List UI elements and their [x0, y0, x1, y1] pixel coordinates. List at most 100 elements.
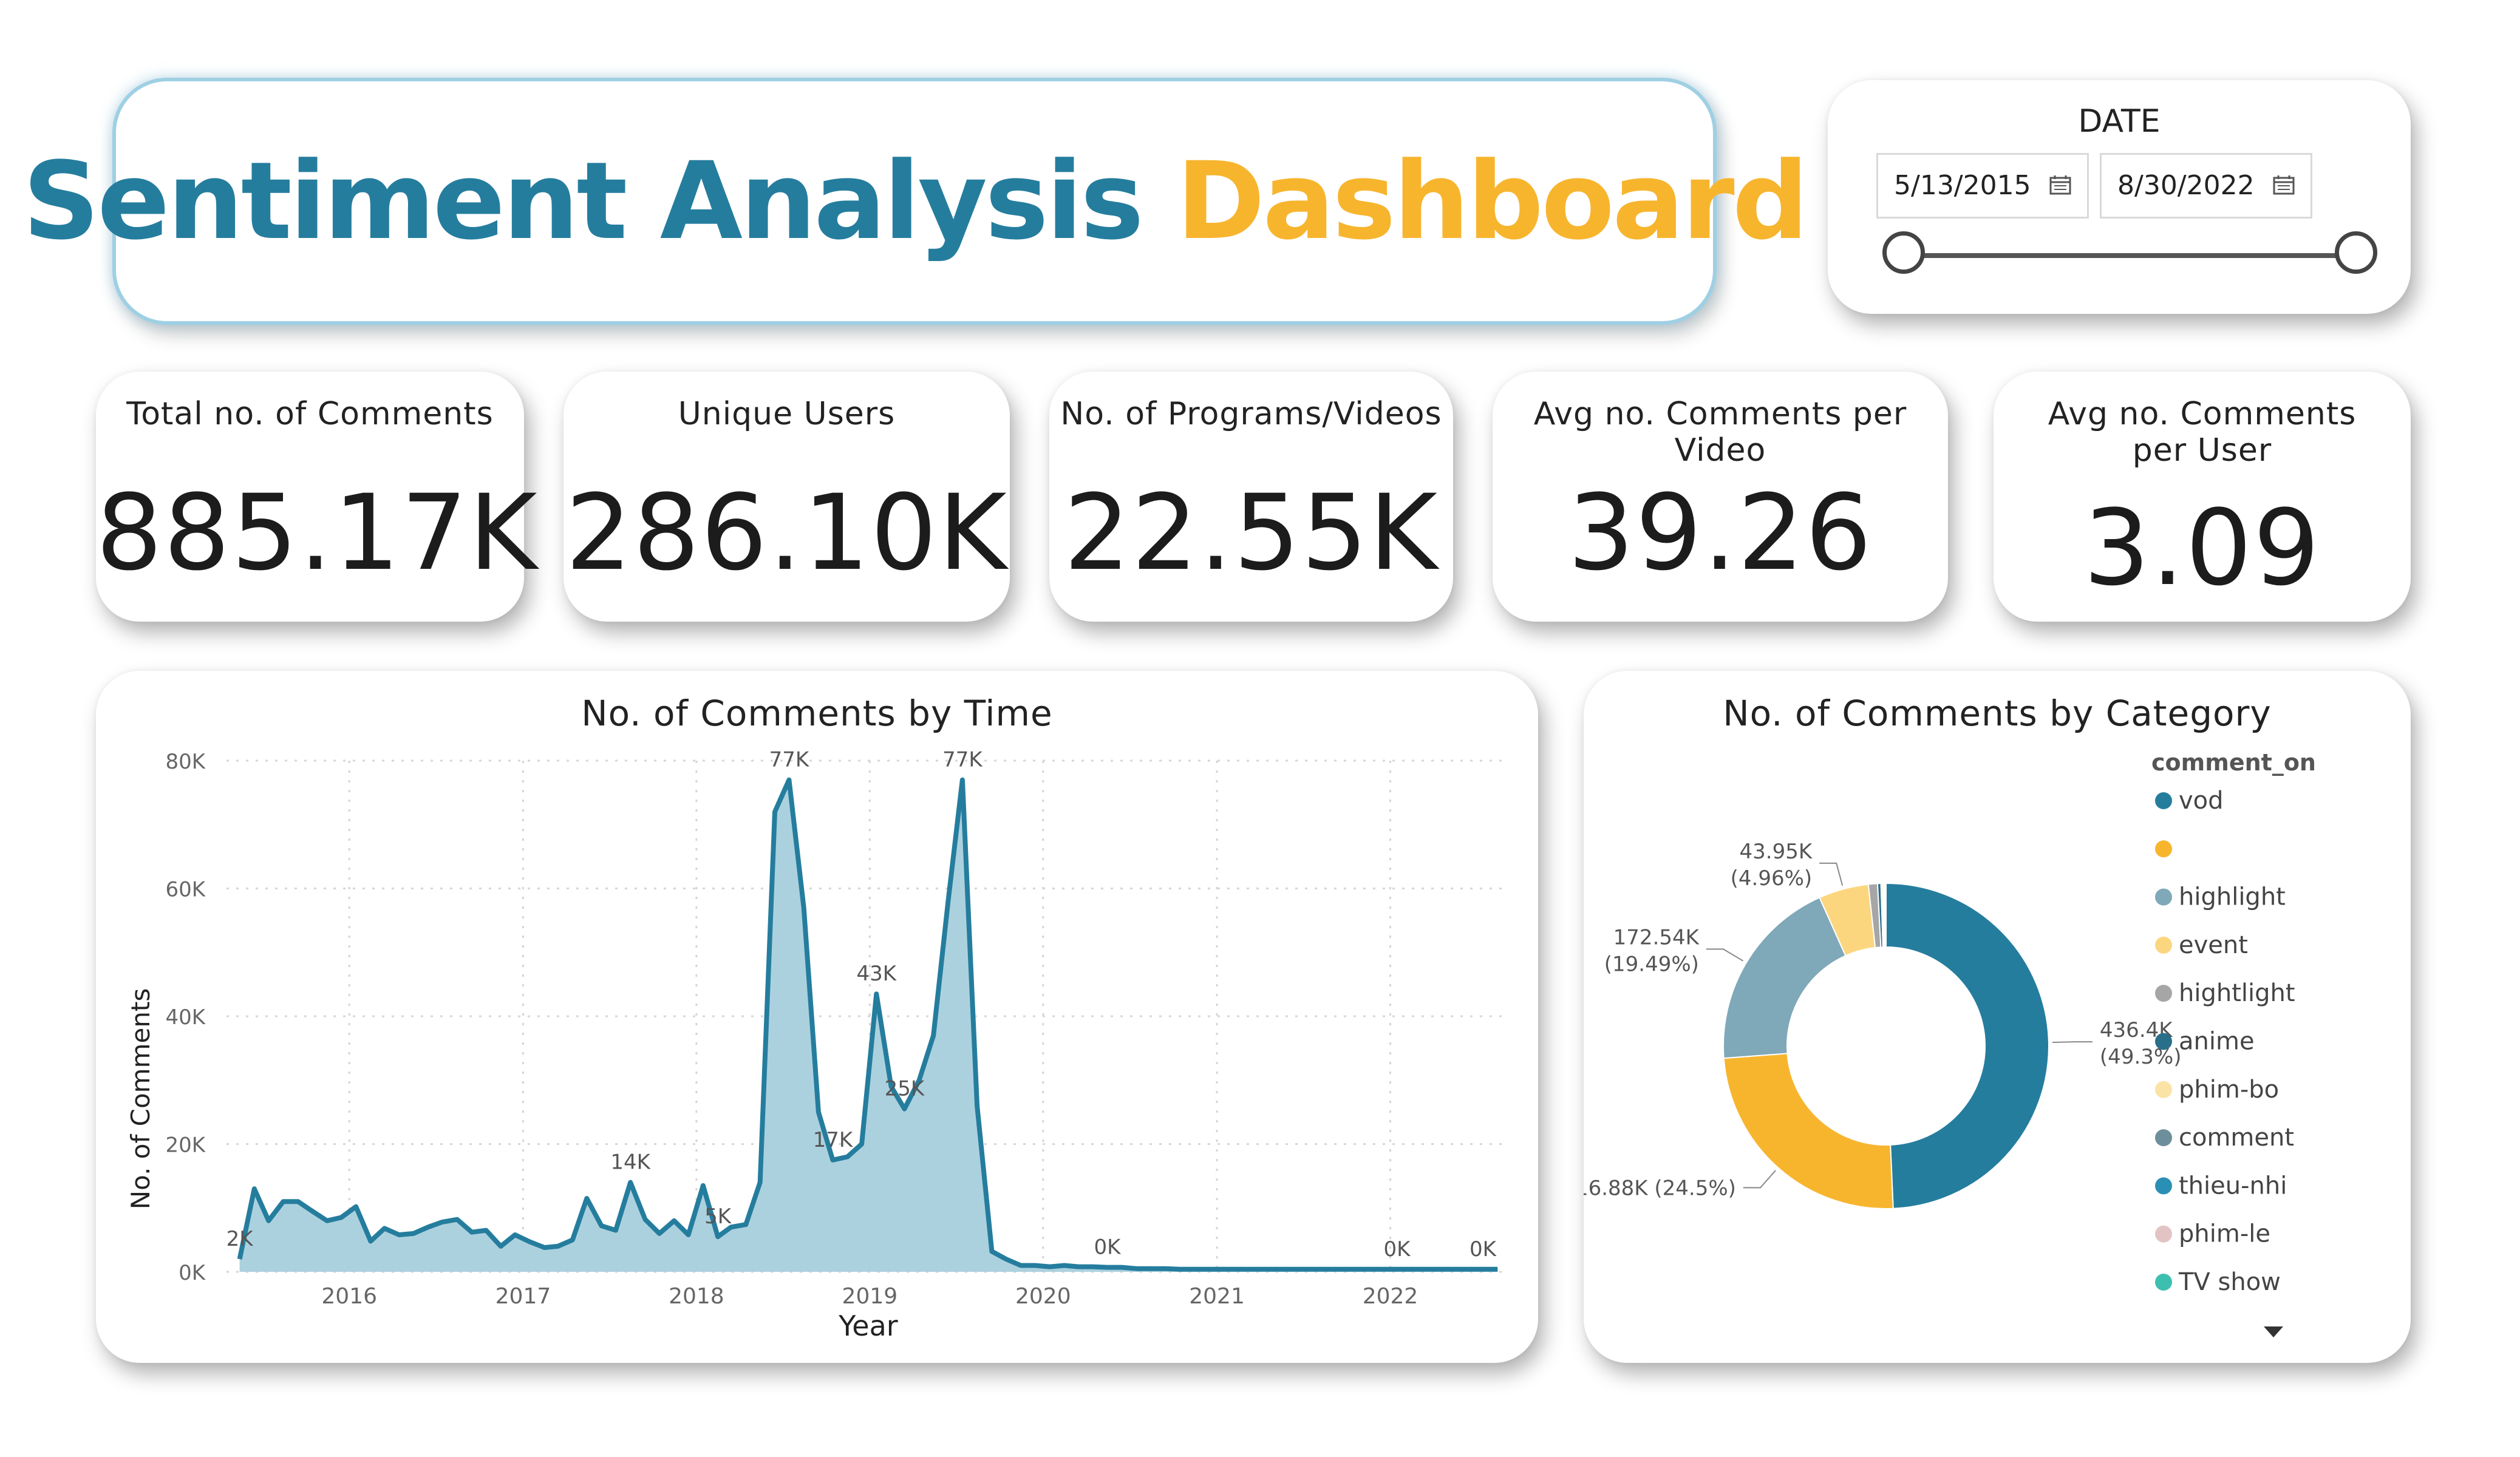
- end-date-value: 8/30/2022: [2117, 170, 2255, 201]
- legend-label: TV show: [2178, 1268, 2281, 1296]
- dashboard-title: Sentiment Analysis Dashboard: [22, 139, 1808, 263]
- legend-marker: [2155, 1081, 2172, 1098]
- data-label-leader: [1706, 948, 1744, 962]
- x-tick-label: 2022: [1363, 1284, 1418, 1309]
- legend-marker: [2155, 1225, 2172, 1243]
- comments-by-category-chart: 436.4K(49.3%)216.88K (24.5%)172.54K(19.4…: [1584, 749, 2316, 1337]
- kpi-value: 22.55K: [1063, 472, 1439, 594]
- legend-item[interactable]: hightlight: [2155, 979, 2295, 1007]
- kpi-card-programs-videos: No. of Programs/Videos 22.55K: [1049, 372, 1453, 622]
- kpi-value: 885.17K: [96, 472, 539, 594]
- legend-marker: [2155, 792, 2172, 809]
- x-tick-label: 2020: [1015, 1284, 1071, 1309]
- legend-item[interactable]: highlight: [2155, 883, 2286, 911]
- legend-marker: [2155, 888, 2172, 906]
- donut-slice[interactable]: [1885, 882, 2050, 1209]
- date-range-start-handle[interactable]: [1882, 231, 1925, 274]
- donut-slice[interactable]: [1885, 882, 1887, 948]
- legend-label: phim-bo: [2179, 1076, 2279, 1104]
- series-area: [239, 779, 1498, 1272]
- kpi-card-avg-per-video: Avg no. Comments per Video 39.26: [1493, 372, 1948, 622]
- date-range-slider-track[interactable]: [1904, 253, 2356, 258]
- data-label: 43K: [857, 962, 897, 986]
- calendar-icon[interactable]: [2273, 175, 2295, 195]
- legend-item[interactable]: thieu-nhi: [2155, 1172, 2287, 1200]
- data-label: 77K: [942, 748, 983, 772]
- legend-item[interactable]: phim-bo: [2155, 1076, 2279, 1104]
- legend-item[interactable]: comment: [2155, 1124, 2294, 1152]
- data-label: 14K: [610, 1150, 651, 1175]
- kpi-value: 39.26: [1567, 472, 1873, 594]
- kpi-label: No. of Programs/Videos: [1060, 396, 1442, 432]
- legend-item[interactable]: phim-le: [2155, 1220, 2270, 1248]
- data-label: 0K: [1094, 1235, 1122, 1260]
- legend-marker: [2155, 1274, 2172, 1291]
- data-label: 17K: [813, 1128, 854, 1152]
- legend-marker: [2155, 936, 2172, 954]
- start-date-input[interactable]: 5/13/2015: [1876, 153, 2089, 219]
- kpi-card-avg-per-user: Avg no. Comments per User 3.09: [1994, 372, 2411, 622]
- legend-label: anime: [2179, 1028, 2255, 1056]
- y-axis-label: No. of Comments: [126, 988, 155, 1210]
- kpi-card-unique-users: Unique Users 286.10K: [564, 372, 1010, 622]
- donut-chart: [1723, 882, 2050, 1209]
- data-label-leader: [1743, 1170, 1776, 1189]
- data-label: 2K: [226, 1227, 254, 1251]
- x-tick-label: 2019: [842, 1284, 898, 1309]
- data-label: 216.88K (24.5%): [1584, 1176, 1736, 1200]
- kpi-value: 3.09: [2083, 487, 2321, 609]
- y-tick-label: 20K: [165, 1133, 206, 1158]
- title-card: Sentiment Analysis Dashboard: [22, 78, 1809, 325]
- data-label-percent: (19.49%): [1604, 952, 1699, 976]
- legend: vod highlight event hightlight anime phim-bo c…: [2155, 787, 2295, 1296]
- start-date-value: 5/13/2015: [1894, 170, 2031, 201]
- data-label-percent: (4.96%): [1731, 866, 1813, 891]
- comments-by-time-chart: 0K20K40K60K80K 2016 2017 2018 2019 2020 2021 2…: [126, 748, 1505, 1342]
- kpi-label: Total no. of Comments: [126, 396, 494, 432]
- legend-label: phim-le: [2179, 1220, 2270, 1248]
- data-label: 77K: [769, 748, 810, 772]
- kpi-label: Avg no. Comments per Video: [1533, 396, 1907, 469]
- legend-marker: [2155, 1177, 2172, 1195]
- legend-marker: [2155, 1033, 2172, 1050]
- legend-marker: [2155, 1129, 2172, 1147]
- legend-marker: [2155, 985, 2172, 1002]
- y-tick-label: 60K: [165, 878, 206, 902]
- legend-marker: [2155, 840, 2172, 858]
- donut-slice[interactable]: [1723, 1053, 1894, 1209]
- legend-item[interactable]: vod: [2155, 787, 2224, 815]
- legend-scroll-down-icon[interactable]: [2264, 1326, 2283, 1337]
- kpi-card-total-comments: Total no. of Comments 885.17K: [96, 372, 539, 622]
- title-primary: Sentiment Analysis: [22, 139, 1144, 263]
- legend-label: highlight: [2179, 883, 2286, 911]
- x-tick-label: 2017: [495, 1284, 551, 1309]
- comments-by-category-card: No. of Comments by Category 436.4K (49.3%…: [1584, 671, 2411, 1363]
- kpi-value: 286.10K: [565, 472, 1008, 594]
- calendar-icon[interactable]: [2049, 175, 2071, 195]
- data-label: 25K: [885, 1077, 925, 1101]
- data-label-leader: [1819, 862, 1844, 886]
- legend-label: comment: [2179, 1124, 2294, 1152]
- data-label: 0K: [1384, 1237, 1412, 1262]
- donut-slice[interactable]: [1723, 897, 1847, 1059]
- x-tick-label: 2021: [1189, 1284, 1245, 1309]
- legend-label: vod: [2179, 787, 2224, 815]
- legend-title: comment_on: [2151, 749, 2316, 776]
- kpi-label: Unique Users: [678, 396, 896, 432]
- end-date-input[interactable]: 8/30/2022: [2100, 153, 2312, 219]
- data-label-percent: (49.3%): [2100, 1045, 2182, 1069]
- x-axis-ticks: 2016 2017 2018 2019 2020 2021 2022: [321, 1284, 1418, 1309]
- x-tick-label: 2018: [669, 1284, 724, 1309]
- date-slicer: DATE 5/13/2015 8/30/2022: [1828, 80, 2411, 314]
- legend-label: hightlight: [2179, 979, 2295, 1007]
- legend-item[interactable]: event: [2155, 931, 2248, 959]
- y-tick-label: 0K: [179, 1261, 206, 1285]
- x-axis-label: Year: [838, 1309, 897, 1342]
- legend-label: event: [2179, 931, 2248, 959]
- date-range-end-handle[interactable]: [2335, 231, 2377, 274]
- legend-item[interactable]: [2155, 840, 2172, 858]
- title-accent: Dashboard: [1176, 139, 1808, 263]
- legend-item[interactable]: TV show: [2155, 1268, 2281, 1296]
- comments-by-time-card: No. of Comments by Time 0K 20K 40K 60K 80K 2…: [96, 671, 1538, 1363]
- y-tick-label: 80K: [165, 750, 206, 774]
